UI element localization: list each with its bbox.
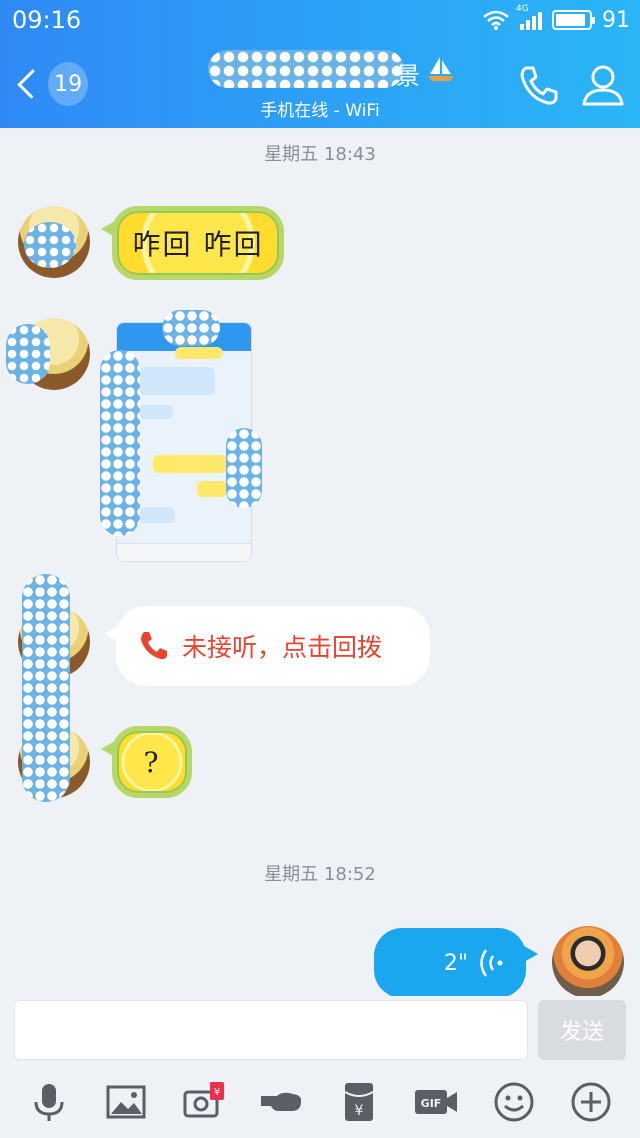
svg-text:¥: ¥ [214, 1087, 220, 1098]
status-bar: 09:16 4G 91 [0, 0, 640, 40]
title-suffix: 景 [396, 62, 420, 90]
input-toolbar: ¥ ¥ GIF [0, 1066, 640, 1138]
redaction-mark [24, 222, 76, 268]
sailboat-icon [428, 57, 454, 81]
emoji-icon [494, 1082, 534, 1122]
sticker-text: ? [143, 745, 161, 779]
more-button[interactable] [566, 1077, 616, 1127]
status-time: 09:16 [12, 6, 82, 34]
redaction-mark [100, 350, 140, 536]
chat-title[interactable]: 景 手机在线 - WiFi [160, 48, 480, 124]
back-button[interactable]: 19 [8, 58, 88, 110]
emoji-button[interactable] [489, 1077, 539, 1127]
unread-badge: 19 [48, 62, 88, 106]
battery-icon [552, 10, 595, 30]
call-button[interactable] [514, 60, 564, 110]
contact-avatar[interactable] [18, 206, 90, 278]
online-status: 手机在线 - WiFi [260, 101, 380, 121]
red-packet-button[interactable]: ¥ [334, 1077, 384, 1127]
battery-percent: 91 [602, 7, 630, 33]
redaction-mark [226, 428, 262, 508]
photo-button[interactable] [101, 1077, 151, 1127]
voice-duration: 2" [443, 950, 468, 976]
input-bar: 发送 [0, 996, 640, 1062]
status-icons: 4G 91 [482, 4, 630, 34]
phone-missed-icon [141, 632, 167, 660]
signal-icon: 4G [516, 4, 542, 30]
poke-button[interactable] [256, 1077, 306, 1127]
message-input[interactable] [14, 1000, 528, 1060]
timestamp: 星期五 18:43 [264, 144, 376, 165]
camera-button[interactable]: ¥ [179, 1077, 229, 1127]
send-button[interactable]: 发送 [538, 1000, 626, 1060]
missed-call-message[interactable]: 未接听，点击回拨 [104, 606, 430, 686]
profile-button[interactable] [578, 60, 628, 110]
wifi-icon [483, 10, 509, 31]
redacted-contact-name [208, 50, 404, 88]
sticker-message[interactable]: 咋回 咋回 [101, 206, 284, 280]
redaction-mark [6, 324, 50, 384]
sticker-text: 咋回 咋回 [132, 228, 264, 261]
gif-button[interactable]: GIF [411, 1077, 461, 1127]
redpacket-icon: ¥ [344, 1083, 374, 1121]
plus-icon [571, 1082, 611, 1122]
my-avatar[interactable] [552, 926, 624, 998]
redaction-mark [22, 574, 70, 802]
phone-icon [520, 66, 558, 105]
sticker-message[interactable]: ? [101, 726, 192, 798]
redaction-mark [162, 310, 220, 346]
chat-header: 09:16 4G 91 19 景 手机在线 - WiFi [0, 0, 640, 128]
voice-input-button[interactable] [24, 1077, 74, 1127]
camera-redpacket-icon: ¥ [183, 1082, 224, 1118]
user-icon [582, 65, 624, 106]
poke-icon [261, 1092, 302, 1111]
chevron-left-icon [17, 69, 48, 99]
image-icon [106, 1085, 146, 1119]
gif-icon: GIF [415, 1090, 458, 1114]
missed-call-text: 未接听，点击回拨 [182, 633, 383, 662]
microphone-icon [34, 1084, 64, 1121]
svg-text:GIF: GIF [421, 1097, 442, 1110]
timestamp: 星期五 18:52 [264, 864, 376, 885]
voice-message[interactable]: 2" [374, 928, 538, 998]
svg-text:¥: ¥ [354, 1103, 363, 1119]
sound-wave-icon [480, 949, 503, 977]
